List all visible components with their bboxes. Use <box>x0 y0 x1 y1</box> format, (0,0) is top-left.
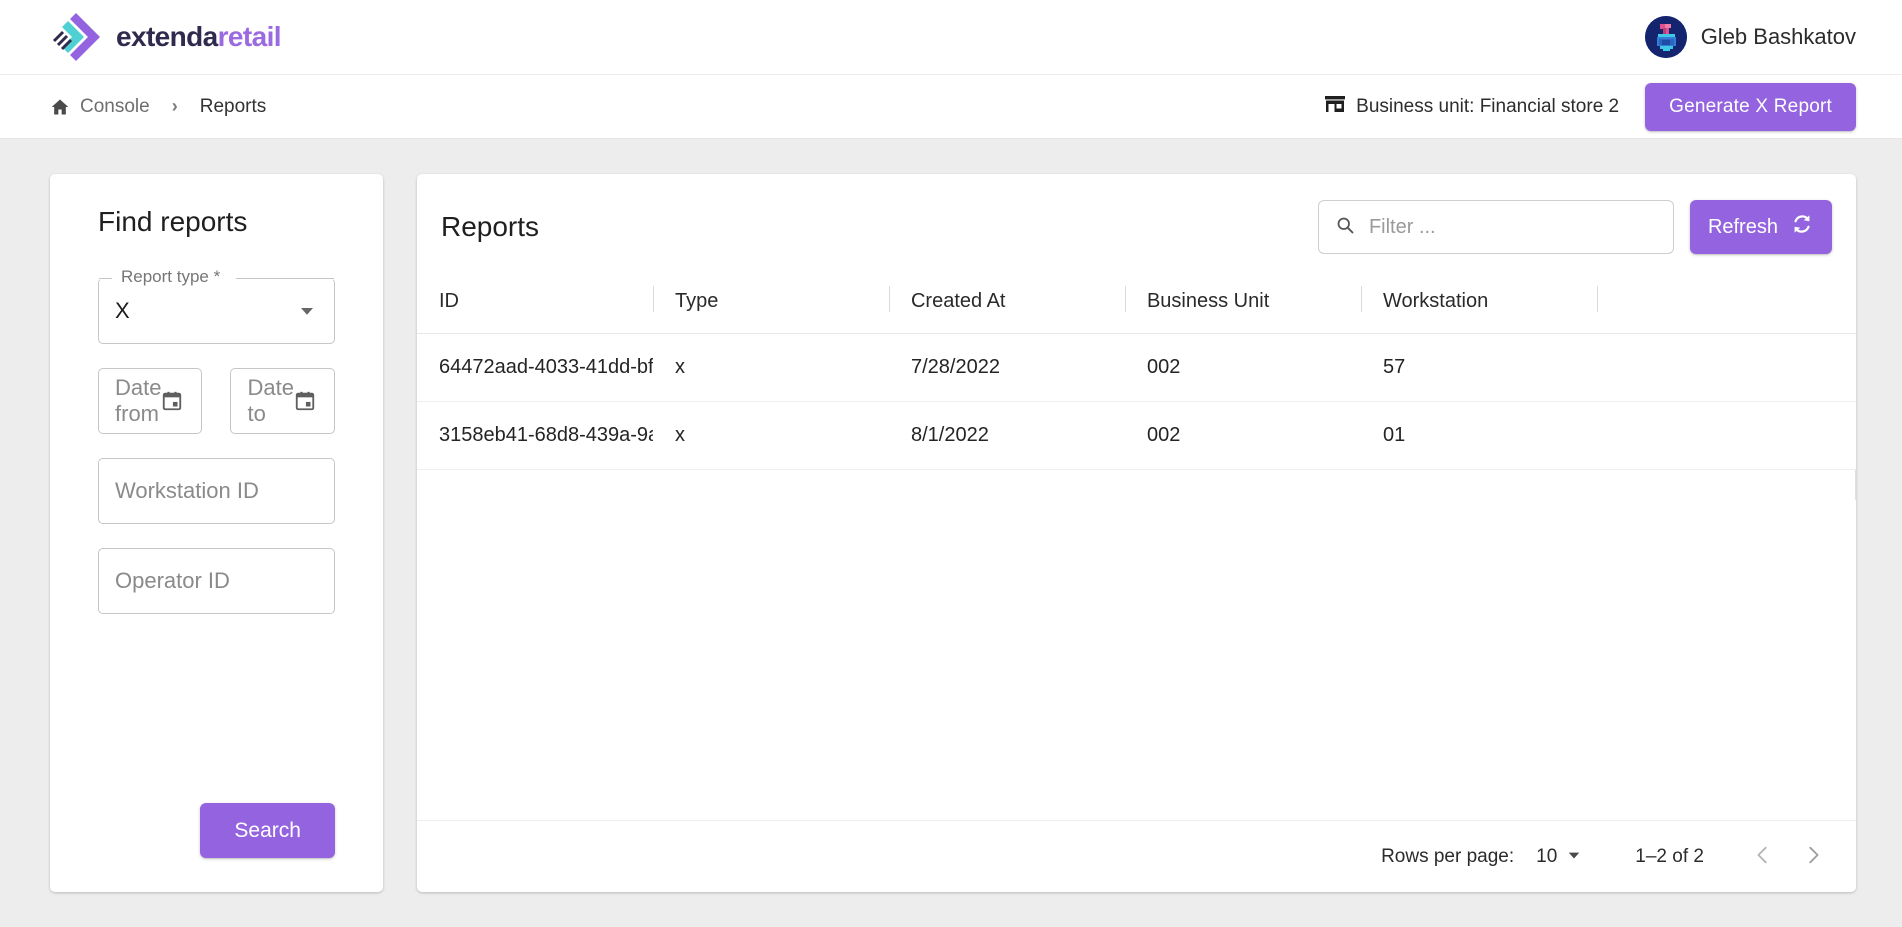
report-type-value: X <box>115 298 130 323</box>
generate-x-report-button[interactable]: Generate X Report <box>1645 82 1856 131</box>
cell-id: 3158eb41-68d8-439a-9a… <box>416 401 653 470</box>
cell-workstation: 57 <box>1360 333 1597 402</box>
user-name: Gleb Bashkatov <box>1700 24 1856 49</box>
table-row[interactable]: 3158eb41-68d8-439a-9a… x 8/1/2022 002 01 <box>416 401 1856 470</box>
cell-overflow <box>1596 333 1856 402</box>
filter-field[interactable] <box>1317 200 1674 254</box>
brand-word-extenda: extenda <box>116 21 218 52</box>
column-header-workstation[interactable]: Workstation <box>1360 276 1597 334</box>
operator-id-input[interactable]: Operator ID <box>98 548 335 614</box>
date-range-row: Date from Date to <box>98 368 335 434</box>
report-type-field[interactable]: Report type * X <box>98 267 335 344</box>
panel-title-reports: Reports <box>440 211 540 242</box>
date-from-placeholder: Date from <box>115 375 162 426</box>
table-pagination: Rows per page: 10 1–2 of 2 <box>416 820 1856 892</box>
date-from-field[interactable]: Date from <box>98 368 203 434</box>
user-menu[interactable]: Gleb Bashkatov <box>1644 16 1856 58</box>
chevron-right-icon: › <box>171 96 178 116</box>
breadcrumb-item-reports: Reports <box>199 95 267 117</box>
header-actions: Business unit: Financial store 2 Generat… <box>1323 82 1856 131</box>
column-header-type[interactable]: Type <box>652 276 889 334</box>
report-type-label: Report type * <box>116 267 226 287</box>
column-header-created-at[interactable]: Created At <box>888 276 1125 334</box>
reports-table-body: 64472aad-4033-41dd-bf… x 7/28/2022 002 5… <box>416 333 1856 470</box>
cell-workstation: 01 <box>1360 401 1597 470</box>
reports-toolbar: Refresh <box>1317 200 1832 254</box>
cell-id: 64472aad-4033-41dd-bf… <box>416 333 653 402</box>
workstation-id-placeholder: Workstation ID <box>115 478 259 503</box>
column-header-id[interactable]: ID <box>416 276 653 334</box>
date-to-field[interactable]: Date to <box>230 368 335 434</box>
avatar <box>1644 16 1687 58</box>
store-icon <box>1323 92 1347 122</box>
breadcrumb-item-console[interactable]: Console <box>80 96 150 118</box>
cell-type: x <box>652 333 889 402</box>
refresh-button[interactable]: Refresh <box>1689 200 1832 254</box>
reports-panel-header: Reports Refresh <box>417 174 1856 276</box>
pagination-range-label: 1–2 of 2 <box>1635 845 1704 867</box>
refresh-button-label: Refresh <box>1707 215 1778 238</box>
panel-title-find-reports: Find reports <box>98 206 248 237</box>
workstation-id-field[interactable]: Workstation ID <box>98 458 335 524</box>
brand-wordmark: extenda retail <box>116 21 282 53</box>
date-to-placeholder: Date to <box>247 375 294 426</box>
table-header-row: ID Type Created At Business Unit Worksta… <box>416 276 1856 334</box>
next-page-button[interactable] <box>1788 832 1838 882</box>
cell-business-unit: 002 <box>1124 333 1361 402</box>
rows-per-page-value: 10 <box>1536 845 1558 867</box>
brand-word-retail: retail <box>217 21 282 52</box>
cell-type: x <box>652 401 889 470</box>
reports-table-head: ID Type Created At Business Unit Worksta… <box>416 276 1856 334</box>
cell-created-at: 7/28/2022 <box>888 333 1125 402</box>
previous-page-button[interactable] <box>1738 832 1788 882</box>
cell-created-at: 8/1/2022 <box>888 401 1125 470</box>
operator-id-placeholder: Operator ID <box>115 568 230 593</box>
breadcrumb: Console › Reports <box>50 96 266 118</box>
chevron-down-icon <box>1567 846 1581 868</box>
brand-logo[interactable]: extenda retail <box>50 11 282 63</box>
home-icon[interactable] <box>50 97 70 117</box>
date-to-input[interactable]: Date to <box>230 368 335 434</box>
table-edge-separator <box>1854 470 1856 500</box>
search-button[interactable]: Search <box>200 803 335 858</box>
calendar-icon[interactable] <box>161 390 183 412</box>
cell-business-unit: 002 <box>1124 401 1361 470</box>
report-type-select[interactable]: Report type * X <box>98 267 335 344</box>
business-unit-label: Business unit: Financial store 2 <box>1356 95 1620 117</box>
find-reports-panel: Find reports Report type * X Date from D… <box>50 174 383 892</box>
filter-input[interactable] <box>1366 214 1657 240</box>
breadcrumb-bar: Console › Reports Business unit: Financi… <box>0 75 1902 139</box>
find-reports-actions: Search <box>98 803 335 858</box>
calendar-icon[interactable] <box>294 390 316 412</box>
search-icon <box>1335 215 1355 240</box>
reports-table-wrapper: ID Type Created At Business Unit Worksta… <box>416 276 1856 820</box>
business-unit-indicator[interactable]: Business unit: Financial store 2 <box>1323 92 1619 122</box>
column-header-business-unit[interactable]: Business Unit <box>1124 276 1361 334</box>
extenda-logo-icon <box>50 11 102 63</box>
reports-table: ID Type Created At Business Unit Worksta… <box>416 276 1856 470</box>
operator-id-field[interactable]: Operator ID <box>98 548 335 614</box>
app-header: extenda retail Gleb Bashkatov <box>0 0 1902 75</box>
chevron-down-icon[interactable] <box>298 302 316 320</box>
table-row[interactable]: 64472aad-4033-41dd-bf… x 7/28/2022 002 5… <box>416 333 1856 402</box>
workstation-id-input[interactable]: Workstation ID <box>98 458 335 524</box>
chevron-right-icon <box>1802 844 1824 869</box>
rows-per-page-select[interactable]: 10 <box>1536 846 1581 868</box>
reports-panel: Reports Refresh <box>416 174 1856 892</box>
refresh-icon <box>1790 212 1814 242</box>
chevron-left-icon <box>1752 844 1774 869</box>
rows-per-page-label: Rows per page: <box>1381 845 1515 867</box>
page-content: Find reports Report type * X Date from D… <box>0 139 1902 892</box>
date-from-input[interactable]: Date from <box>98 368 203 434</box>
cell-overflow <box>1596 401 1856 470</box>
column-header-overflow <box>1596 276 1856 334</box>
